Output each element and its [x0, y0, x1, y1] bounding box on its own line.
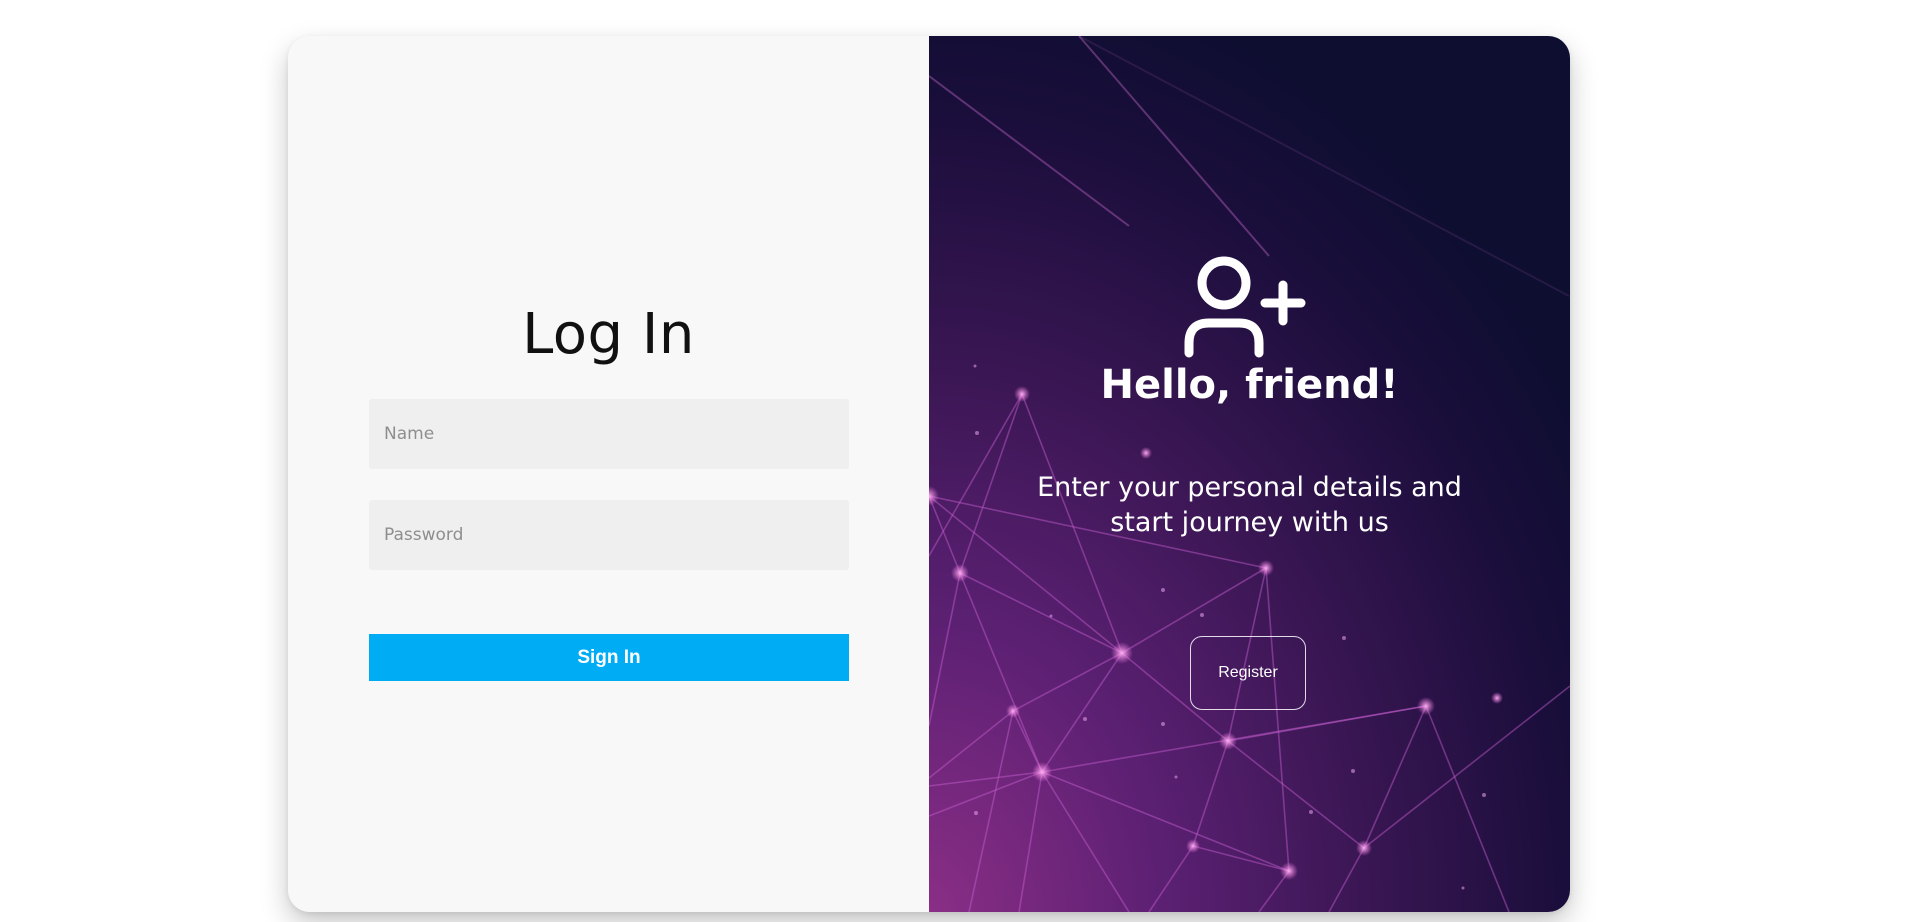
promo-description: Enter your personal details and start jo…: [1037, 472, 1462, 538]
sign-in-button[interactable]: Sign In: [369, 634, 849, 681]
user-plus-icon: [1184, 256, 1306, 358]
name-input[interactable]: [369, 399, 849, 469]
register-panel: Hello, friend! Enter your personal detai…: [929, 36, 1570, 912]
register-content: Hello, friend! Enter your personal detai…: [929, 36, 1570, 912]
login-card: Log In Sign In: [288, 36, 1570, 912]
page-title: Log In: [522, 302, 695, 367]
register-button[interactable]: Register: [1190, 636, 1306, 710]
password-input[interactable]: [369, 500, 849, 570]
login-panel: Log In Sign In: [288, 36, 929, 912]
promo-heading: Hello, friend!: [1100, 362, 1399, 408]
